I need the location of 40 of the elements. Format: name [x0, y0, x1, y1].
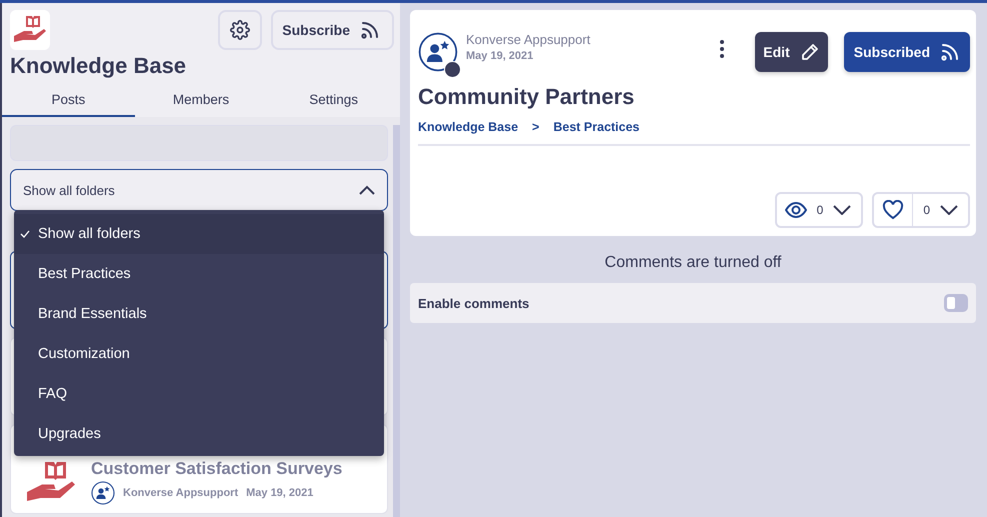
pencil-icon: [800, 42, 820, 62]
rss-icon: [940, 42, 960, 62]
tab[interactable]: Members: [134, 85, 268, 117]
scrollbar[interactable]: [393, 125, 400, 517]
breadcrumb-separator: >: [532, 120, 540, 134]
settings-button[interactable]: [218, 10, 262, 50]
menu-option[interactable]: Best Practices: [14, 254, 384, 294]
breadcrumb-link[interactable]: Knowledge Base: [418, 120, 518, 134]
heart-icon: [882, 200, 904, 220]
edit-button[interactable]: Edit: [755, 32, 828, 72]
book-hand-logo-icon: [10, 10, 50, 50]
settings-icon: [230, 20, 250, 40]
menu-option[interactable]: Show all folders: [14, 214, 384, 254]
menu-option[interactable]: FAQ: [14, 374, 384, 414]
role-badge-icon: [444, 61, 461, 78]
post-title[interactable]: Customer Satisfaction Surveys: [91, 459, 342, 479]
more-options-icon[interactable]: [719, 39, 726, 59]
breadcrumb-link[interactable]: Best Practices: [553, 120, 640, 134]
chevron-down-icon: [833, 205, 852, 215]
menu-option[interactable]: Brand Essentials: [14, 294, 384, 334]
subscribed-button[interactable]: Subscribed: [844, 32, 970, 72]
author-name[interactable]: Konverse Appsupport: [466, 32, 712, 47]
chevron-up-icon: [359, 185, 375, 195]
chevron-down-icon: [940, 205, 958, 215]
toggle-switch[interactable]: [944, 294, 968, 312]
check-icon: [20, 230, 30, 238]
folder-dropdown[interactable]: Show all folders: [10, 169, 388, 211]
tab[interactable]: Settings: [267, 85, 400, 117]
eye-icon: [784, 202, 807, 218]
views-button[interactable]: 0: [774, 192, 864, 228]
author-name: Konverse Appsupport: [123, 487, 238, 499]
rss-icon: [360, 20, 380, 40]
post-title: Community Partners: [418, 84, 636, 110]
comments-notice: Comments are turned off: [604, 254, 782, 272]
space-title: Knowledge Base: [10, 53, 188, 79]
post-date: May 19, 2021: [246, 487, 314, 499]
setting-label: Enable comments: [418, 296, 530, 310]
post-date: May 19, 2021: [466, 50, 534, 62]
menu-option[interactable]: Customization: [14, 334, 384, 374]
subscribe-button[interactable]: Subscribe: [271, 10, 394, 50]
